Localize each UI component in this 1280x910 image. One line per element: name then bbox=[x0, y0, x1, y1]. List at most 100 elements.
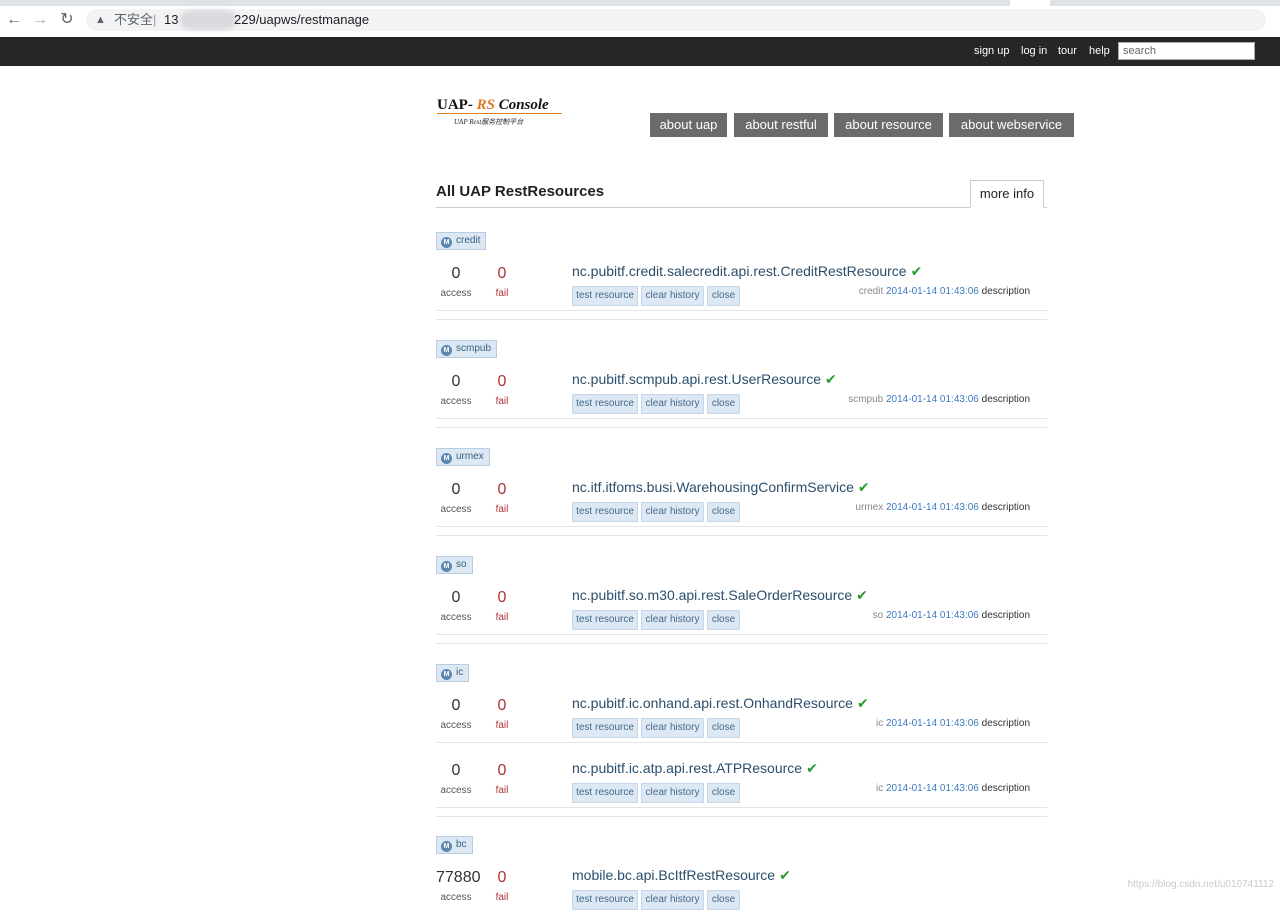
description-link[interactable]: description bbox=[982, 718, 1030, 729]
resource-module: urmex bbox=[855, 502, 884, 513]
test-resource-button[interactable]: test resource bbox=[572, 890, 638, 910]
clear-history-button[interactable]: clear history bbox=[641, 718, 704, 738]
signup-link[interactable]: sign up bbox=[974, 44, 1009, 58]
address-bar[interactable]: ▲ 不安全 | 13 229/uapws/restmanage bbox=[86, 9, 1266, 31]
group-divider bbox=[436, 535, 1047, 536]
resource-name-text[interactable]: nc.itf.itfoms.busi.WarehousingConfirmSer… bbox=[572, 479, 854, 495]
resource-module: scmpub bbox=[848, 394, 884, 405]
resource-date[interactable]: 2014-01-14 01:43:06 bbox=[886, 718, 979, 729]
fail-count: 0 bbox=[497, 589, 507, 606]
clear-history-button[interactable]: clear history bbox=[641, 502, 704, 522]
resource-meta: ic 2014-01-14 01:43:06 description bbox=[876, 782, 1030, 796]
description-link[interactable]: description bbox=[982, 394, 1030, 405]
group-tag[interactable]: Mscmpub bbox=[436, 340, 498, 358]
access-label: access bbox=[440, 288, 472, 299]
group-divider bbox=[436, 310, 1047, 311]
back-icon[interactable]: ← bbox=[6, 12, 22, 28]
resource-name-text[interactable]: mobile.bc.api.BcItfRestResource bbox=[572, 867, 775, 883]
resource-name-text[interactable]: nc.pubitf.credit.salecredit.api.rest.Cre… bbox=[572, 263, 907, 279]
resource-name[interactable]: nc.pubitf.scmpub.api.rest.UserResource ✔ bbox=[572, 370, 837, 388]
resource-name[interactable]: mobile.bc.api.BcItfRestResource ✔ bbox=[572, 866, 791, 884]
resource-name[interactable]: nc.itf.itfoms.busi.WarehousingConfirmSer… bbox=[572, 478, 870, 496]
group-divider bbox=[436, 418, 1047, 419]
close-button[interactable]: close bbox=[707, 718, 740, 738]
access-label: access bbox=[440, 720, 472, 731]
resource-date[interactable]: 2014-01-14 01:43:06 bbox=[886, 783, 979, 794]
forward-icon[interactable]: → bbox=[32, 12, 48, 28]
test-resource-button[interactable]: test resource bbox=[572, 610, 638, 630]
group-tag[interactable]: Mso bbox=[436, 556, 473, 574]
access-count: 0 bbox=[451, 265, 461, 282]
module-icon: M bbox=[441, 453, 452, 464]
group-divider bbox=[436, 526, 1047, 527]
tab-about-resource[interactable]: about resource bbox=[834, 113, 943, 137]
description-link[interactable]: description bbox=[982, 783, 1030, 794]
more-info-tab[interactable]: more info bbox=[970, 180, 1044, 208]
resource-name[interactable]: nc.pubitf.ic.onhand.api.rest.OnhandResou… bbox=[572, 694, 869, 712]
group-tag[interactable]: Murmex bbox=[436, 448, 490, 466]
group-divider bbox=[436, 643, 1047, 644]
browser-toolbar: ← → ↻ ▲ 不安全 | 13 229/uapws/restmanage bbox=[0, 0, 1280, 41]
fail-count: 0 bbox=[497, 762, 507, 779]
test-resource-button[interactable]: test resource bbox=[572, 718, 638, 738]
resource-name-text[interactable]: nc.pubitf.ic.atp.api.rest.ATPResource bbox=[572, 760, 802, 776]
group-tag-label: ic bbox=[456, 667, 464, 678]
test-resource-button[interactable]: test resource bbox=[572, 783, 638, 803]
close-button[interactable]: close bbox=[707, 502, 740, 522]
description-link[interactable]: description bbox=[982, 286, 1030, 297]
access-count: 0 bbox=[451, 762, 461, 779]
url-path: 229/uapws/restmanage bbox=[234, 12, 370, 27]
resource-name[interactable]: nc.pubitf.credit.salecredit.api.rest.Cre… bbox=[572, 262, 922, 280]
group-tag-label: so bbox=[456, 559, 467, 570]
access-label: access bbox=[440, 612, 472, 623]
redacted-blur bbox=[180, 10, 236, 30]
group-tag[interactable]: Mcredit bbox=[436, 232, 487, 250]
help-link[interactable]: help bbox=[1089, 44, 1110, 58]
description-link[interactable]: description bbox=[982, 610, 1030, 621]
access-label: access bbox=[440, 504, 472, 515]
close-button[interactable]: close bbox=[707, 394, 740, 414]
resource-date[interactable]: 2014-01-14 01:43:06 bbox=[886, 394, 979, 405]
search-input[interactable] bbox=[1118, 42, 1255, 60]
tab-about-restful[interactable]: about restful bbox=[734, 113, 828, 137]
check-icon: ✔ bbox=[825, 371, 837, 387]
group-tag[interactable]: Mbc bbox=[436, 836, 473, 854]
clear-history-button[interactable]: clear history bbox=[641, 394, 704, 414]
active-tab[interactable] bbox=[1010, 0, 1050, 6]
login-link[interactable]: log in bbox=[1021, 44, 1047, 58]
resource-date[interactable]: 2014-01-14 01:43:06 bbox=[886, 502, 979, 513]
fail-count: 0 bbox=[497, 697, 507, 714]
test-resource-button[interactable]: test resource bbox=[572, 394, 638, 414]
resource-name[interactable]: nc.pubitf.ic.atp.api.rest.ATPResource ✔ bbox=[572, 759, 818, 777]
clear-history-button[interactable]: clear history bbox=[641, 610, 704, 630]
clear-history-button[interactable]: clear history bbox=[641, 890, 704, 910]
module-icon: M bbox=[441, 669, 452, 680]
tour-link[interactable]: tour bbox=[1058, 44, 1077, 58]
close-button[interactable]: close bbox=[707, 783, 740, 803]
resource-meta: ic 2014-01-14 01:43:06 description bbox=[876, 717, 1030, 731]
reload-icon[interactable]: ↻ bbox=[59, 12, 75, 28]
url-host: 13 bbox=[164, 12, 179, 27]
resource-date[interactable]: 2014-01-14 01:43:06 bbox=[886, 286, 979, 297]
description-link[interactable]: description bbox=[982, 502, 1030, 513]
clear-history-button[interactable]: clear history bbox=[641, 286, 704, 306]
tab-about-webservice[interactable]: about webservice bbox=[949, 113, 1074, 137]
fail-label: fail bbox=[495, 720, 509, 731]
fail-label: fail bbox=[495, 504, 509, 515]
clear-history-button[interactable]: clear history bbox=[641, 783, 704, 803]
test-resource-button[interactable]: test resource bbox=[572, 286, 638, 306]
close-button[interactable]: close bbox=[707, 890, 740, 910]
logo-title: UAP- RS Console bbox=[437, 97, 549, 114]
resource-name-text[interactable]: nc.pubitf.scmpub.api.rest.UserResource bbox=[572, 371, 821, 387]
close-button[interactable]: close bbox=[707, 610, 740, 630]
close-button[interactable]: close bbox=[707, 286, 740, 306]
test-resource-button[interactable]: test resource bbox=[572, 502, 638, 522]
fail-label: fail bbox=[495, 892, 509, 903]
resource-name-text[interactable]: nc.pubitf.ic.onhand.api.rest.OnhandResou… bbox=[572, 695, 853, 711]
resource-module: credit bbox=[858, 286, 884, 297]
resource-name-text[interactable]: nc.pubitf.so.m30.api.rest.SaleOrderResou… bbox=[572, 587, 852, 603]
resource-name[interactable]: nc.pubitf.so.m30.api.rest.SaleOrderResou… bbox=[572, 586, 868, 604]
tab-about-uap[interactable]: about uap bbox=[650, 113, 727, 137]
resource-date[interactable]: 2014-01-14 01:43:06 bbox=[886, 610, 979, 621]
group-tag[interactable]: Mic bbox=[436, 664, 470, 682]
